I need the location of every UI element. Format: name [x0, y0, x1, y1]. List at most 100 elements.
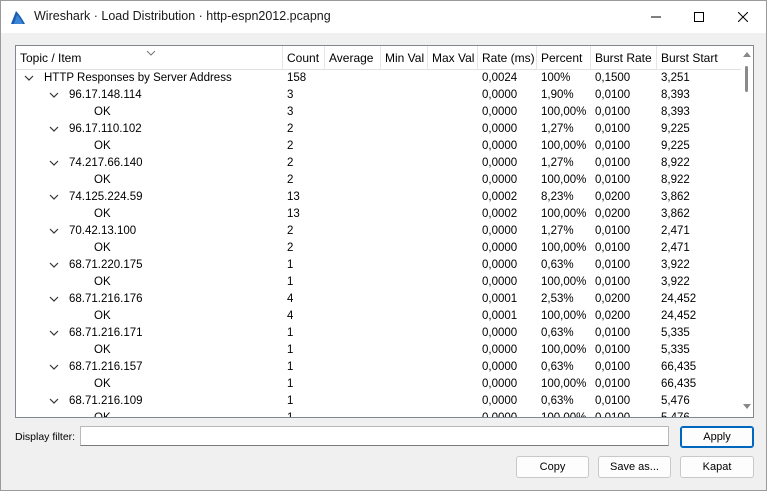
cell-topic-item: 68.71.220.175 [69, 259, 143, 271]
table-row[interactable]: 68.71.216.176 4 0,0001 2,53% 0,0200 24,452 [16, 291, 741, 308]
chevron-down-icon[interactable] [49, 329, 59, 337]
cell-count: 1 [287, 412, 294, 418]
load-distribution-window: Wireshark · Load Distribution · http-esp… [0, 0, 767, 491]
close-icon [738, 12, 748, 22]
cell-count: 2 [287, 157, 294, 169]
cell-burst-start: 3,862 [661, 191, 690, 203]
cell-burst-start: 24,452 [661, 310, 697, 322]
close-window-button[interactable] [721, 1, 765, 33]
cell-burst-rate: 0,0100 [595, 242, 631, 254]
cell-topic-item: 70.42.13.100 [69, 225, 137, 237]
cell-count: 1 [287, 395, 294, 407]
cell-burst-start: 9,225 [661, 140, 690, 152]
column-header-count[interactable]: Count [283, 46, 325, 70]
cell-percent: 100,00% [541, 310, 587, 322]
chevron-down-icon[interactable] [49, 363, 59, 371]
table-row[interactable]: 96.17.148.114 3 0,0000 1,90% 0,0100 8,393 [16, 87, 741, 104]
table-row[interactable]: OK 3 0,0000 100,00% 0,0100 8,393 [16, 104, 741, 121]
cell-percent: 100,00% [541, 276, 587, 288]
chevron-down-icon[interactable] [49, 91, 59, 99]
table-row[interactable]: OK 2 0,0000 100,00% 0,0100 9,225 [16, 138, 741, 155]
cell-count: 158 [287, 72, 307, 84]
copy-button[interactable]: Copy [516, 456, 589, 478]
chevron-down-icon[interactable] [49, 295, 59, 303]
cell-burst-rate: 0,0100 [595, 174, 631, 186]
cell-topic-item: OK [94, 242, 111, 254]
cell-burst-start: 5,335 [661, 327, 690, 339]
chevron-down-icon[interactable] [49, 227, 59, 235]
cell-count: 2 [287, 174, 294, 186]
chevron-down-icon[interactable] [49, 397, 59, 405]
window-title: Wireshark · Load Distribution · http-esp… [34, 9, 331, 23]
cell-count: 2 [287, 123, 294, 135]
vertical-scrollbar[interactable] [741, 46, 753, 417]
cell-burst-rate: 0,0100 [595, 361, 631, 373]
cell-rate: 0,0000 [482, 395, 518, 407]
table-row[interactable]: 68.71.216.157 1 0,0000 0,63% 0,0100 66,435 [16, 359, 741, 376]
cell-burst-rate: 0,0200 [595, 208, 631, 220]
close-button[interactable]: Kapat [680, 456, 754, 478]
column-header-min-val[interactable]: Min Val [381, 46, 428, 70]
chevron-down-icon[interactable] [49, 125, 59, 133]
table-row[interactable]: OK 2 0,0000 100,00% 0,0100 8,922 [16, 172, 741, 189]
column-header-burst-start[interactable]: Burst Start [657, 46, 741, 70]
save-as-button[interactable]: Save as... [598, 456, 671, 478]
table-row[interactable]: 68.71.220.175 1 0,0000 0,63% 0,0100 3,922 [16, 257, 741, 274]
cell-percent: 0,63% [541, 361, 574, 373]
cell-count: 13 [287, 191, 300, 203]
table-row[interactable]: OK 1 0,0000 100,00% 0,0100 5,335 [16, 342, 741, 359]
table-row[interactable]: OK 4 0,0001 100,00% 0,0200 24,452 [16, 308, 741, 325]
cell-rate: 0,0000 [482, 242, 518, 254]
column-header-burst-rate[interactable]: Burst Rate [591, 46, 657, 70]
cell-percent: 1,27% [541, 157, 574, 169]
cell-burst-start: 66,435 [661, 361, 697, 373]
sort-indicator-icon [146, 46, 156, 56]
table-row[interactable]: 68.71.216.171 1 0,0000 0,63% 0,0100 5,335 [16, 325, 741, 342]
cell-topic-item: OK [94, 344, 111, 356]
cell-percent: 0,63% [541, 259, 574, 271]
table-row[interactable]: 74.217.66.140 2 0,0000 1,27% 0,0100 8,922 [16, 155, 741, 172]
stats-tree-view[interactable]: Topic / Item Count Average Min Val Max V… [15, 45, 754, 418]
cell-percent: 100,00% [541, 208, 587, 220]
cell-topic-item: OK [94, 140, 111, 152]
tree-rows: HTTP Responses by Server Address 158 0,002… [16, 70, 741, 418]
chevron-down-icon[interactable] [49, 261, 59, 269]
cell-burst-start: 3,922 [661, 259, 690, 271]
cell-percent: 2,53% [541, 293, 574, 305]
cell-burst-start: 2,471 [661, 225, 690, 237]
scrollbar-thumb[interactable] [745, 66, 748, 92]
cell-topic-item: 96.17.148.114 [69, 89, 142, 101]
cell-topic-item: 74.217.66.140 [69, 157, 143, 169]
display-filter-input[interactable] [80, 426, 669, 446]
maximize-button[interactable] [677, 1, 721, 33]
cell-burst-rate: 0,0100 [595, 157, 631, 169]
table-row[interactable]: HTTP Responses by Server Address 158 0,002… [16, 70, 741, 87]
chevron-down-icon[interactable] [49, 159, 59, 167]
chevron-down-icon[interactable] [24, 74, 34, 82]
cell-burst-rate: 0,0100 [595, 378, 631, 390]
table-row[interactable]: 70.42.13.100 2 0,0000 1,27% 0,0100 2,471 [16, 223, 741, 240]
table-row[interactable]: OK 2 0,0000 100,00% 0,0100 2,471 [16, 240, 741, 257]
column-header-average[interactable]: Average [325, 46, 381, 70]
cell-topic-item: OK [94, 378, 111, 390]
table-row[interactable]: 74.125.224.59 13 0,0002 8,23% 0,0200 3,862 [16, 189, 741, 206]
table-row[interactable]: OK 1 0,0000 100,00% 0,0100 5,476 [16, 410, 741, 418]
cell-burst-rate: 0,0100 [595, 106, 631, 118]
title-bar[interactable]: Wireshark · Load Distribution · http-esp… [1, 1, 766, 33]
table-row[interactable]: OK 13 0,0002 100,00% 0,0200 3,862 [16, 206, 741, 223]
table-row[interactable]: 96.17.110.102 2 0,0000 1,27% 0,0100 9,225 [16, 121, 741, 138]
cell-burst-start: 8,922 [661, 157, 690, 169]
wireshark-fin-icon [10, 9, 26, 25]
table-row[interactable]: 68.71.216.109 1 0,0000 0,63% 0,0100 5,476 [16, 393, 741, 410]
chevron-down-icon[interactable] [49, 193, 59, 201]
minimize-icon [651, 16, 661, 18]
table-row[interactable]: OK 1 0,0000 100,00% 0,0100 3,922 [16, 274, 741, 291]
cell-rate: 0,0000 [482, 378, 518, 390]
minimize-button[interactable] [634, 1, 678, 33]
apply-button[interactable]: Apply [680, 426, 754, 448]
column-header-rate[interactable]: Rate (ms) [478, 46, 537, 70]
table-row[interactable]: OK 1 0,0000 100,00% 0,0100 66,435 [16, 376, 741, 393]
cell-burst-rate: 0,0100 [595, 276, 631, 288]
column-header-max-val[interactable]: Max Val [428, 46, 478, 70]
column-header-percent[interactable]: Percent [537, 46, 591, 70]
